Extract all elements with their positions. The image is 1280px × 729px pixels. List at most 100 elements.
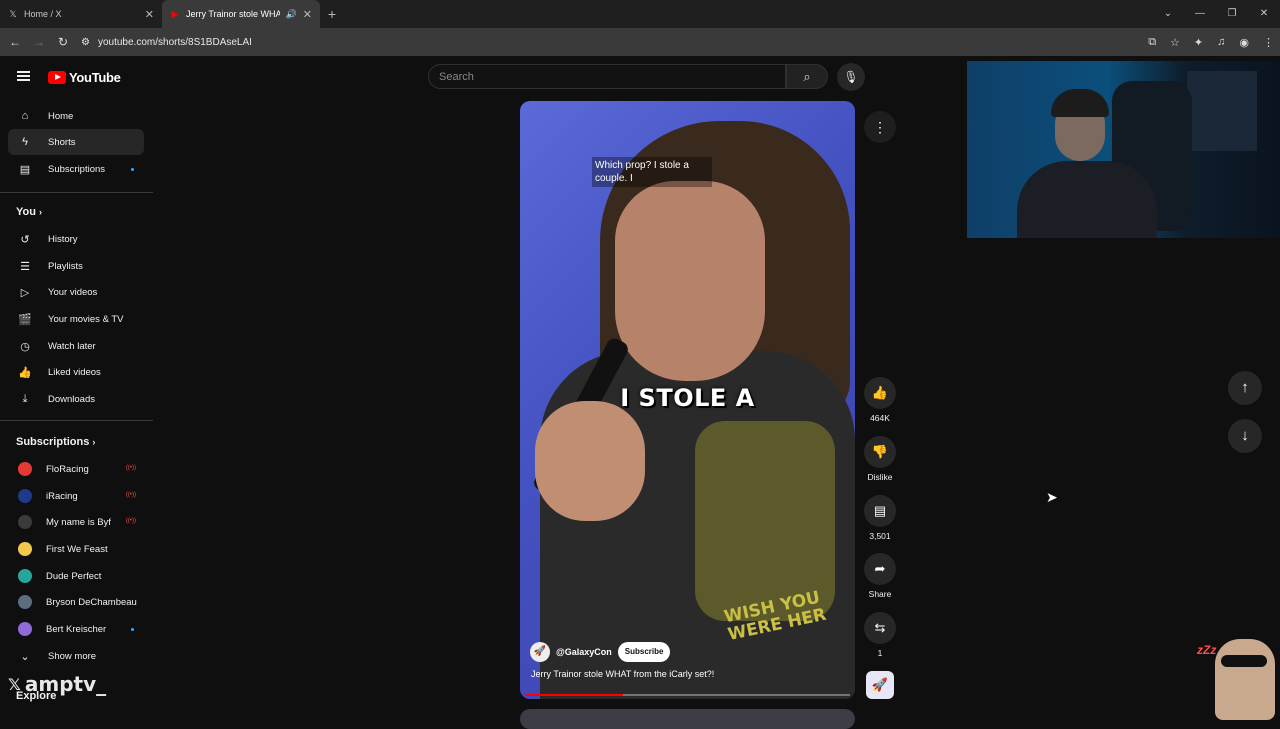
your-videos-icon: ▷ <box>20 286 30 299</box>
minimize-icon[interactable]: — <box>1184 0 1216 28</box>
subscriptions-icon: ▤ <box>19 163 31 176</box>
back-icon[interactable]: ← <box>3 35 27 49</box>
subscription-floracing[interactable]: FloRacing ((•)) <box>8 456 144 482</box>
sidebar-item-label: FloRacing <box>46 463 89 475</box>
chevron-right-icon: › <box>39 207 43 217</box>
maximize-icon[interactable]: ❐ <box>1216 0 1248 28</box>
subscribe-button[interactable]: Subscribe <box>617 642 671 662</box>
video-title[interactable]: Jerry Trainor stole WHAT from the iCarly… <box>531 669 714 679</box>
url-field[interactable]: ⚙ youtube.com/shorts/8S1BDAseLAI <box>81 31 252 53</box>
subscription-bryson-dechambeau[interactable]: Bryson DeChambeau <box>8 589 144 615</box>
like-count: 464K <box>870 413 890 423</box>
sidebar-item-your-videos[interactable]: ▷ Your videos <box>8 279 144 305</box>
forward-icon[interactable]: → <box>27 35 51 49</box>
sidebar-item-liked-videos[interactable]: 👍 Liked videos <box>8 359 144 385</box>
subscription-bert-kreischer[interactable]: Bert Kreischer <box>8 616 144 642</box>
close-window-icon[interactable]: ✕ <box>1248 0 1280 28</box>
channel-avatar[interactable]: 🚀 <box>530 642 550 662</box>
sidebar-item-label: Subscriptions <box>48 163 106 175</box>
sidebar-divider <box>0 420 153 421</box>
close-tab-icon[interactable]: ✕ <box>303 8 312 21</box>
sidebar-item-label: Bryson DeChambeau <box>46 596 137 608</box>
sidebar-item-label: Your movies & TV <box>48 313 124 325</box>
sidebar-item-movies[interactable]: 🎬 Your movies & TV <box>8 306 144 332</box>
search-icon[interactable]: ⌕ <box>786 64 828 89</box>
subscription-my-name-is-byf[interactable]: My name is Byf ((•)) <box>8 509 144 535</box>
address-bar-row: ← → ↻ ⚙ youtube.com/shorts/8S1BDAseLAI ⧉… <box>0 28 1280 56</box>
browser-menu-icon[interactable]: ⋮ <box>1263 36 1274 49</box>
channel-name[interactable]: @GalaxyCon <box>556 647 612 657</box>
youtube-logo[interactable]: YouTube <box>48 70 121 85</box>
comments-button[interactable]: ▤ <box>864 495 896 527</box>
reload-icon[interactable]: ↻ <box>51 35 75 49</box>
show-more-button[interactable]: ⌄ Show more <box>8 643 144 669</box>
sidebar-item-label: Watch later <box>48 340 96 352</box>
tab-youtube-short[interactable]: ▶ Jerry Trainor stole WHAT fro 🔊 ✕ <box>162 0 320 28</box>
watermark-text: amptv_ <box>24 672 107 696</box>
browser-tab-strip: 𝕏 Home / X ✕ ▶ Jerry Trainor stole WHAT … <box>0 0 1280 28</box>
close-tab-icon[interactable]: ✕ <box>145 8 154 21</box>
arrow-up-icon: ↑ <box>1241 379 1249 396</box>
subscription-first-we-feast[interactable]: First We Feast <box>8 536 144 562</box>
sidebar-item-playlists[interactable]: ☰ Playlists <box>8 253 144 279</box>
sidebar-item-home[interactable]: ⌂ Home <box>8 103 144 129</box>
share-icon: ➦ <box>874 561 886 576</box>
address-bar-actions: ⧉ ☆ ✦ ♫ ◉ ⋮ <box>1148 28 1274 56</box>
you-section-title[interactable]: You › <box>16 206 42 218</box>
new-content-dot <box>131 628 134 631</box>
sidebar-item-label: Dude Perfect <box>46 570 102 582</box>
remix-button[interactable]: ⇆ <box>864 612 896 644</box>
next-short-button[interactable]: ↓ <box>1228 419 1262 453</box>
sound-thumbnail[interactable]: 🚀 <box>866 671 894 699</box>
sidebar-item-history[interactable]: ↺ History <box>8 226 144 252</box>
webcam-cap <box>1051 89 1109 117</box>
thumbs-up-icon: 👍 <box>871 385 889 400</box>
dislike-button[interactable]: 👎 <box>864 436 896 468</box>
install-app-icon[interactable]: ⧉ <box>1148 36 1156 49</box>
previous-short-button[interactable]: ↑ <box>1228 371 1262 405</box>
extensions-icon[interactable]: ✦ <box>1194 36 1203 49</box>
bookmark-star-icon[interactable]: ☆ <box>1170 36 1180 49</box>
profile-avatar-icon[interactable]: ◉ <box>1239 36 1249 49</box>
logo-text: YouTube <box>69 70 121 85</box>
sidebar-item-label: First We Feast <box>46 543 108 555</box>
tab-search-icon[interactable]: ⌄ <box>1152 0 1184 28</box>
webcam-window <box>1187 71 1257 151</box>
youtube-icon: ▶ <box>171 9 179 19</box>
microphone-icon[interactable]: 🎙 <box>837 63 865 91</box>
new-tab-button[interactable]: + <box>320 6 344 22</box>
more-options-icon[interactable]: ⋮ <box>864 111 896 143</box>
remix-icon: ⇆ <box>874 620 886 635</box>
subscription-iracing[interactable]: iRacing ((•)) <box>8 483 144 509</box>
burned-in-caption: I STOLE A <box>620 384 755 412</box>
hamburger-menu-icon[interactable] <box>17 71 30 81</box>
speaker-icon[interactable]: 🔊 <box>286 9 297 20</box>
watch-later-icon: ◷ <box>20 340 30 353</box>
site-info-icon[interactable]: ⚙ <box>81 37 90 48</box>
media-controls-icon[interactable]: ♫ <box>1217 36 1225 48</box>
sidebar-item-shorts[interactable]: ϟ Shorts <box>8 129 144 155</box>
video-progress-bar[interactable] <box>525 694 850 696</box>
sidebar-divider <box>0 192 153 193</box>
webcam-overlay <box>967 61 1280 238</box>
shorts-icon: ϟ <box>22 136 28 148</box>
subscriptions-section-title[interactable]: Subscriptions › <box>16 436 95 448</box>
comment-icon: ▤ <box>873 503 887 518</box>
mouse-cursor-icon: ➤ <box>1046 489 1058 505</box>
sidebar-item-label: Liked videos <box>48 366 101 378</box>
sidebar-item-subscriptions[interactable]: ▤ Subscriptions <box>8 156 144 182</box>
like-button[interactable]: 👍 <box>864 377 896 409</box>
sidebar-item-label: Playlists <box>48 260 83 272</box>
live-icon: ((•)) <box>125 518 136 524</box>
next-short-preview[interactable] <box>520 709 855 729</box>
tab-x-home[interactable]: 𝕏 Home / X ✕ <box>0 0 162 28</box>
share-button[interactable]: ➦ <box>864 553 896 585</box>
sidebar-item-watch-later[interactable]: ◷ Watch later <box>8 333 144 359</box>
sidebar-item-downloads[interactable]: ⤓ Downloads <box>8 386 144 412</box>
you-title: You <box>16 206 36 218</box>
search-input[interactable]: Search <box>428 64 786 89</box>
shorts-video-player[interactable]: Which prop? I stole a couple. I I STOLE … <box>520 101 855 699</box>
arrow-down-icon: ↓ <box>1241 427 1249 444</box>
download-icon: ⤓ <box>22 392 28 405</box>
subscription-dude-perfect[interactable]: Dude Perfect <box>8 563 144 589</box>
